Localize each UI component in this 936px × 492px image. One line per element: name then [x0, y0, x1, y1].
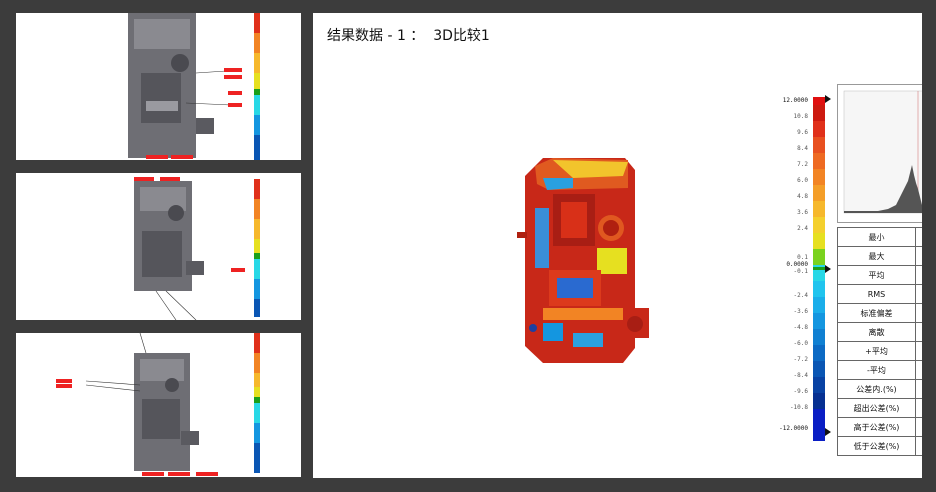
stats-value	[915, 379, 922, 399]
page-title: 结果数据 - 1 ： 3D比较1	[327, 28, 490, 44]
scale-label: -6.0	[793, 340, 808, 347]
scale-band	[813, 169, 825, 185]
scale-band	[813, 377, 825, 393]
min-marker-icon	[825, 428, 831, 436]
stats-label: 最小	[837, 227, 916, 247]
scale-label: 0.0000	[786, 261, 808, 268]
scale-band	[813, 105, 825, 121]
scale-label: 8.4	[797, 145, 808, 152]
scale-band	[813, 201, 825, 217]
stats-value	[915, 227, 922, 247]
thumbnail-3-color-scale	[254, 333, 260, 473]
color-scale	[813, 97, 825, 441]
stats-row: 平均	[837, 265, 922, 285]
scale-label: 6.0	[797, 177, 808, 184]
thumbnail-2-graphic	[134, 177, 260, 320]
scale-label: -7.2	[793, 356, 808, 363]
scale-band	[813, 393, 825, 409]
stats-row: -平均	[837, 360, 922, 380]
scale-label: -9.6	[793, 388, 808, 395]
zero-marker-icon	[825, 265, 831, 273]
scale-band	[813, 233, 825, 249]
thumbnail-2-color-scale	[254, 179, 260, 317]
stats-value	[915, 265, 922, 285]
statistics-table: 最小 最大 平均 RMS 标准偏差 离散 +平均 -平均 公差内.(%) 超出公差(%) 高于公差(…	[837, 227, 922, 456]
stats-row: RMS	[837, 284, 922, 304]
stats-row: +平均	[837, 341, 922, 361]
stats-label: 高于公差(%)	[837, 417, 916, 437]
stats-row: 最大	[837, 246, 922, 266]
thumbnail-1-color-scale	[254, 13, 260, 160]
scale-label: -10.8	[789, 404, 808, 411]
scale-band	[813, 185, 825, 201]
stats-label: 超出公差(%)	[837, 398, 916, 418]
scale-label: -12.0000	[779, 425, 808, 432]
scale-label: 7.2	[797, 161, 808, 168]
scale-label: -0.1	[793, 268, 808, 275]
scale-label: 12.0000	[782, 97, 808, 104]
stats-label: RMS	[837, 284, 916, 304]
scale-label: -3.6	[793, 308, 808, 315]
stats-row: 最小	[837, 227, 922, 247]
deviation-histogram	[837, 84, 922, 223]
scale-label: 0.1	[797, 254, 808, 261]
scale-label: 4.8	[797, 193, 808, 200]
stats-label: 平均	[837, 265, 916, 285]
stats-value	[915, 360, 922, 380]
stats-label: 公差内.(%)	[837, 379, 916, 399]
color-scale-bar	[813, 97, 825, 441]
scale-label: 10.8	[793, 113, 808, 120]
stats-row: 高于公差(%)	[837, 417, 922, 437]
stats-label: 低于公差(%)	[837, 436, 916, 456]
thumbnail-1-graphic	[128, 13, 260, 160]
scale-band	[813, 121, 825, 137]
scale-max-cap	[813, 97, 825, 105]
thumbnail-view-1[interactable]	[16, 13, 301, 160]
stats-row: 低于公差(%)	[837, 436, 922, 456]
stats-value	[915, 341, 922, 361]
stats-value	[915, 417, 922, 437]
stats-value	[915, 284, 922, 304]
stats-label: 离散	[837, 322, 916, 342]
thumbnail-view-2[interactable]	[16, 173, 301, 320]
histogram-chart	[843, 90, 922, 214]
scale-zero-band	[813, 267, 825, 270]
scale-band	[813, 361, 825, 377]
stats-value	[915, 322, 922, 342]
stats-value	[915, 303, 922, 323]
scale-band	[813, 281, 825, 297]
scale-band	[813, 137, 825, 153]
scale-label: -8.4	[793, 372, 808, 379]
scale-label: 9.6	[797, 129, 808, 136]
stats-label: +平均	[837, 341, 916, 361]
scale-band	[813, 153, 825, 169]
stats-value	[915, 436, 922, 456]
scale-band	[813, 297, 825, 313]
scale-label: 3.6	[797, 209, 808, 216]
stats-value	[915, 246, 922, 266]
max-marker-icon	[825, 95, 831, 103]
stats-row: 超出公差(%)	[837, 398, 922, 418]
scale-band	[813, 345, 825, 361]
scale-min-cap	[813, 425, 825, 441]
scale-band	[813, 313, 825, 329]
scale-band	[813, 249, 825, 265]
thumbnail-3-graphic	[56, 333, 260, 476]
result-panel: 结果数据 - 1 ： 3D比较1 12.0000 10.8 9.6 8.4 7.2 6.0…	[313, 13, 922, 478]
scale-label: -2.4	[793, 292, 808, 299]
stats-label: 最大	[837, 246, 916, 266]
scale-label: 2.4	[797, 225, 808, 232]
stats-label: -平均	[837, 360, 916, 380]
thumbnail-view-3[interactable]	[16, 333, 301, 477]
stats-row: 标准偏差	[837, 303, 922, 323]
scale-label: -4.8	[793, 324, 808, 331]
scale-band	[813, 409, 825, 425]
scale-band	[813, 217, 825, 233]
stats-value	[915, 398, 922, 418]
scale-band	[813, 329, 825, 345]
stats-label: 标准偏差	[837, 303, 916, 323]
stats-row: 离散	[837, 322, 922, 342]
colormap-3d-model[interactable]	[513, 148, 683, 423]
stats-row: 公差内.(%)	[837, 379, 922, 399]
